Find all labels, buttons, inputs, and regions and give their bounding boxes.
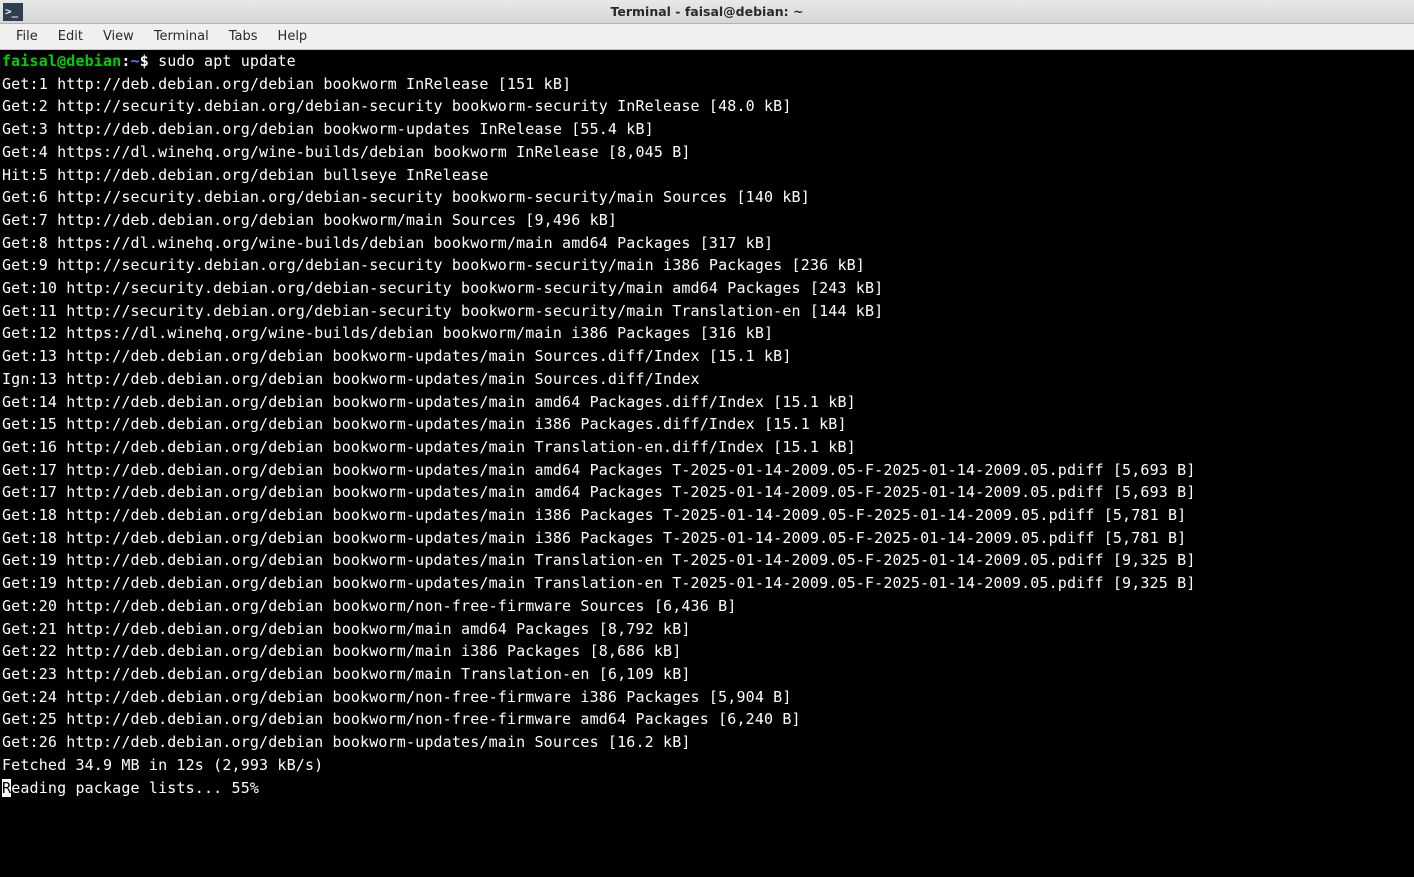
output-line: Get:11 http://security.debian.org/debian… [2, 302, 883, 320]
output-line: Get:17 http://deb.debian.org/debian book… [2, 483, 1196, 501]
menu-tabs[interactable]: Tabs [219, 26, 268, 47]
command-text: sudo apt update [158, 52, 296, 70]
output-line: Get:6 http://security.debian.org/debian-… [2, 188, 810, 206]
menu-edit[interactable]: Edit [48, 26, 93, 47]
cursor: R [2, 779, 11, 797]
output-line: Get:1 http://deb.debian.org/debian bookw… [2, 75, 571, 93]
output-line: Fetched 34.9 MB in 12s (2,993 kB/s) [2, 756, 323, 774]
output-line: Get:18 http://deb.debian.org/debian book… [2, 506, 1186, 524]
output-line: Get:12 https://dl.winehq.org/wine-builds… [2, 324, 773, 342]
status-line: eading package lists... 55% [11, 779, 259, 797]
output-line: Get:4 https://dl.winehq.org/wine-builds/… [2, 143, 691, 161]
menu-view[interactable]: View [93, 26, 144, 47]
output-line: Get:15 http://deb.debian.org/debian book… [2, 415, 847, 433]
output-line: Get:23 http://deb.debian.org/debian book… [2, 665, 691, 683]
output-line: Ign:13 http://deb.debian.org/debian book… [2, 370, 700, 388]
output-line: Hit:5 http://deb.debian.org/debian bulls… [2, 166, 489, 184]
prompt-user-host: faisal@debian [2, 52, 121, 70]
prompt-separator: : [121, 52, 130, 70]
window-titlebar[interactable]: >_ Terminal - faisal@debian: ~ [0, 0, 1414, 24]
menu-terminal[interactable]: Terminal [144, 26, 219, 47]
output-line: Get:14 http://deb.debian.org/debian book… [2, 393, 856, 411]
menubar: File Edit View Terminal Tabs Help [0, 24, 1414, 50]
output-line: Get:19 http://deb.debian.org/debian book… [2, 551, 1196, 569]
output-line: Get:25 http://deb.debian.org/debian book… [2, 710, 801, 728]
terminal-viewport[interactable]: faisal@debian:~$ sudo apt update Get:1 h… [0, 50, 1414, 877]
output-line: Get:3 http://deb.debian.org/debian bookw… [2, 120, 654, 138]
output-line: Get:17 http://deb.debian.org/debian book… [2, 461, 1196, 479]
prompt-symbol: $ [140, 52, 149, 70]
output-line: Get:18 http://deb.debian.org/debian book… [2, 529, 1186, 547]
output-line: Get:2 http://security.debian.org/debian-… [2, 97, 792, 115]
output-line: Get:9 http://security.debian.org/debian-… [2, 256, 865, 274]
output-line: Get:21 http://deb.debian.org/debian book… [2, 620, 691, 638]
output-line: Get:8 https://dl.winehq.org/wine-builds/… [2, 234, 773, 252]
prompt-path: ~ [131, 52, 140, 70]
terminal-window: >_ Terminal - faisal@debian: ~ File Edit… [0, 0, 1414, 877]
output-line: Get:20 http://deb.debian.org/debian book… [2, 597, 736, 615]
output-line: Get:22 http://deb.debian.org/debian book… [2, 642, 681, 660]
terminal-app-icon: >_ [3, 3, 23, 21]
output-line: Get:7 http://deb.debian.org/debian bookw… [2, 211, 617, 229]
output-line: Get:24 http://deb.debian.org/debian book… [2, 688, 792, 706]
output-line: Get:16 http://deb.debian.org/debian book… [2, 438, 856, 456]
menu-file[interactable]: File [6, 26, 48, 47]
output-line: Get:13 http://deb.debian.org/debian book… [2, 347, 792, 365]
menu-help[interactable]: Help [268, 26, 318, 47]
output-line: Get:10 http://security.debian.org/debian… [2, 279, 883, 297]
window-title: Terminal - faisal@debian: ~ [611, 4, 804, 19]
output-line: Get:19 http://deb.debian.org/debian book… [2, 574, 1196, 592]
output-line: Get:26 http://deb.debian.org/debian book… [2, 733, 691, 751]
